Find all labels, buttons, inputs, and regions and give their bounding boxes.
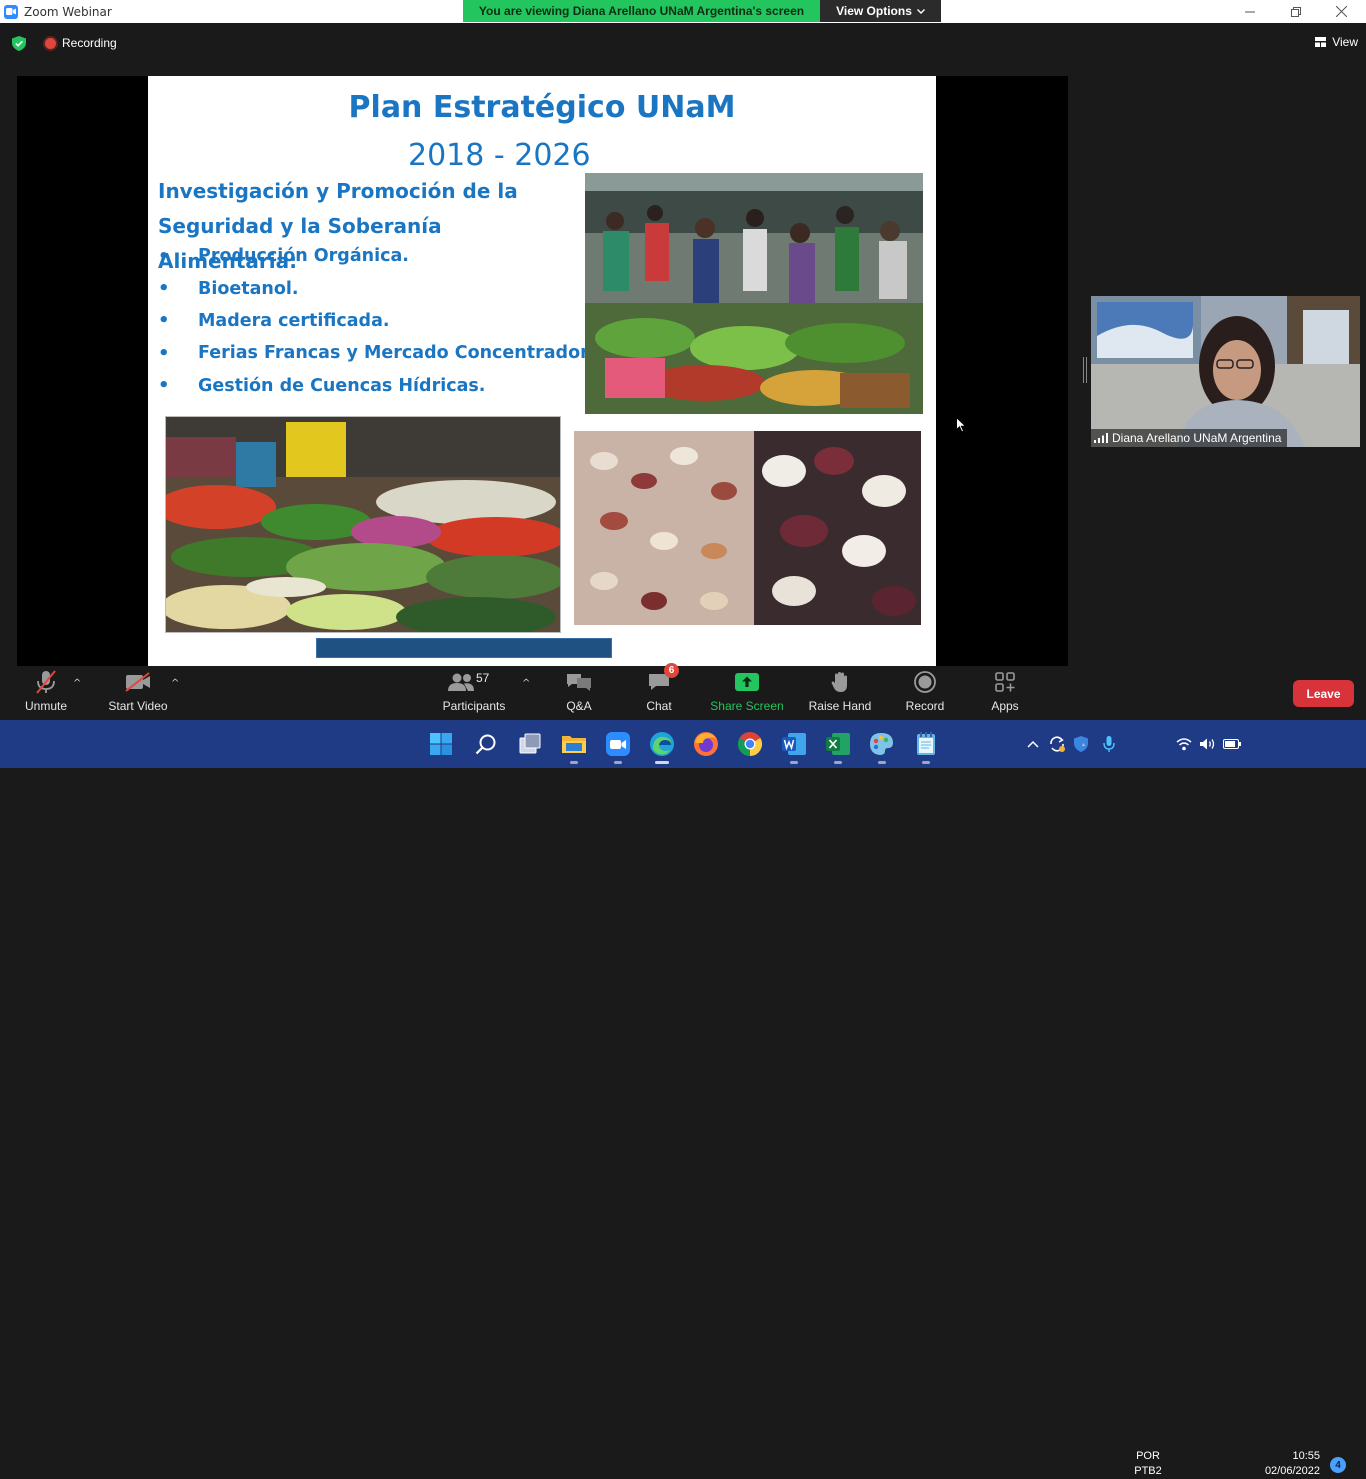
participant-name: Diana Arellano UNaM Argentina — [1112, 431, 1282, 445]
vegetables-market-photo — [165, 416, 561, 633]
input-language-indicator[interactable]: POR PTB2 — [1133, 1449, 1163, 1479]
minimize-icon[interactable] — [1227, 0, 1273, 23]
raise-hand-button[interactable]: Raise Hand — [808, 666, 872, 720]
firefox-icon[interactable] — [690, 728, 722, 760]
microphone-muted-icon — [32, 669, 60, 695]
window-title: Zoom Webinar — [24, 4, 112, 19]
meeting-topbar: Recording View — [0, 23, 1366, 63]
chat-button[interactable]: 6 Chat — [638, 663, 680, 720]
leave-button[interactable]: Leave — [1293, 680, 1354, 707]
share-screen-icon — [733, 669, 761, 695]
close-icon[interactable] — [1318, 0, 1364, 23]
slide-bullet: • Ferias Francas y Mercado Concentrador. — [158, 342, 593, 364]
video-off-icon — [124, 669, 152, 695]
task-view-icon[interactable] — [514, 728, 546, 760]
notification-count-badge[interactable]: 4 — [1330, 1457, 1346, 1473]
slide-bullet-list: • Producción Orgánica. • Bioetanol. • Mader… — [158, 240, 593, 402]
chat-icon: 6 — [645, 663, 679, 695]
share-screen-label: Share Screen — [710, 699, 784, 713]
excel-icon[interactable] — [822, 728, 854, 764]
language-code: POR — [1136, 1450, 1160, 1462]
audio-options-caret-icon[interactable]: ^ — [73, 678, 81, 689]
share-screen-button[interactable]: Share Screen — [710, 666, 784, 720]
mouse-cursor-icon — [956, 417, 967, 433]
qa-label: Q&A — [566, 699, 592, 713]
apps-button[interactable]: Apps — [985, 666, 1025, 720]
slide-heading-line-1: Investigación y Promoción de la — [158, 179, 518, 203]
chat-label: Chat — [646, 699, 672, 713]
slide-bullet: • Madera certificada. — [158, 310, 390, 332]
participants-label: Participants — [442, 699, 506, 713]
unmute-label: Unmute — [24, 699, 68, 713]
security-center-icon[interactable] — [1071, 734, 1091, 754]
recording-label: Recording — [62, 36, 117, 50]
participants-button[interactable]: 57 Participants — [441, 666, 507, 720]
apps-label: Apps — [991, 699, 1019, 713]
raise-hand-icon — [826, 669, 854, 695]
recording-dot-icon — [45, 37, 56, 49]
show-hidden-icons-chevron-icon[interactable] — [1023, 734, 1043, 754]
keyboard-layout: PTB2 — [1134, 1465, 1162, 1477]
view-options-button[interactable]: View Options — [820, 0, 941, 22]
raise-hand-label: Raise Hand — [808, 699, 872, 713]
battery-icon[interactable] — [1222, 734, 1242, 754]
video-options-caret-icon[interactable]: ^ — [171, 678, 179, 689]
signal-strength-icon — [1094, 433, 1108, 443]
viewing-screen-message: You are viewing Diana Arellano UNaM Arge… — [463, 0, 820, 22]
word-icon[interactable] — [778, 728, 810, 764]
zoom-app-icon — [4, 4, 18, 19]
start-video-button[interactable]: Start Video — [106, 666, 170, 720]
qa-button[interactable]: Q&A — [558, 666, 600, 720]
presentation-slide: Plan Estratégico UNaM 2018 - 2026 Invest… — [148, 76, 936, 666]
record-icon — [911, 669, 939, 695]
notepad-icon[interactable] — [910, 728, 942, 764]
participant-name-tag: Diana Arellano UNaM Argentina — [1091, 429, 1288, 447]
slide-years: 2018 - 2026 — [408, 138, 591, 173]
unmute-button[interactable]: Unmute — [22, 666, 70, 720]
search-icon[interactable] — [470, 728, 502, 760]
edge-icon[interactable] — [646, 728, 678, 764]
start-icon[interactable] — [425, 728, 457, 760]
record-label: Record — [905, 699, 945, 713]
slide-blue-bar — [316, 638, 612, 658]
recording-indicator[interactable]: Recording — [45, 36, 117, 50]
participants-icon: 57 — [448, 669, 500, 695]
slide-bullet: • Bioetanol. — [158, 278, 299, 300]
qa-icon — [565, 669, 593, 695]
paint-icon[interactable] — [866, 728, 898, 764]
file-explorer-icon[interactable] — [558, 728, 590, 764]
windows-taskbar: POR PTB2 10:55 02/06/2022 4 — [0, 720, 1366, 1477]
participants-count: 57 — [476, 671, 490, 685]
view-label: View — [1332, 35, 1358, 49]
clock-date: 02/06/2022 — [1264, 1465, 1320, 1477]
grid-view-icon — [1315, 37, 1327, 47]
volume-icon[interactable] — [1198, 734, 1218, 754]
chat-unread-badge: 6 — [664, 663, 679, 678]
view-options-label: View Options — [836, 4, 912, 18]
apps-icon — [991, 669, 1019, 695]
zoom-icon[interactable] — [602, 728, 634, 764]
slide-bullet: • Gestión de Cuencas Hídricas. — [158, 375, 486, 397]
security-shield-icon[interactable] — [12, 36, 26, 51]
slide-bullet: • Producción Orgánica. — [158, 245, 409, 267]
system-clock[interactable]: 10:55 02/06/2022 — [1252, 1449, 1320, 1479]
sync-icon[interactable] — [1047, 734, 1067, 754]
participant-video-tile[interactable]: Diana Arellano UNaM Argentina — [1091, 296, 1360, 447]
view-button[interactable]: View — [1315, 35, 1358, 49]
screen-share-banner: You are viewing Diana Arellano UNaM Arge… — [463, 0, 941, 22]
participants-options-caret-icon[interactable]: ^ — [522, 678, 530, 689]
slide-title: Plan Estratégico UNaM — [348, 90, 736, 125]
microphone-in-use-icon[interactable] — [1099, 734, 1119, 754]
start-video-label: Start Video — [108, 699, 168, 713]
clock-time: 10:55 — [1292, 1450, 1320, 1462]
beans-photo — [574, 431, 921, 625]
panel-splitter-handle[interactable] — [1083, 357, 1087, 383]
chrome-icon[interactable] — [734, 728, 766, 760]
restore-icon[interactable] — [1273, 0, 1319, 23]
market-crowd-photo — [585, 173, 923, 414]
chevron-down-icon — [916, 8, 925, 14]
wifi-icon[interactable] — [1174, 734, 1194, 754]
record-button[interactable]: Record — [903, 666, 947, 720]
meeting-toolbar: Unmute ^ Start Video ^ 57 Participants ^… — [0, 663, 1366, 720]
